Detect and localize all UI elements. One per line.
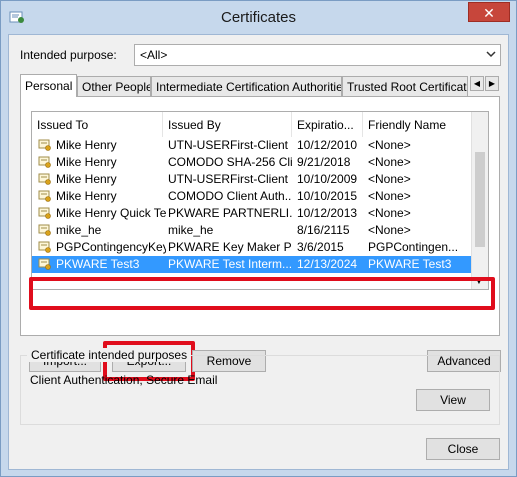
cell-expiration: 10/12/2013	[297, 206, 358, 220]
tab-intermediate-ca[interactable]: Intermediate Certification Authorities	[151, 76, 342, 96]
cell-friendly-name: <None>	[368, 155, 411, 169]
selected-row-highlight	[29, 277, 495, 310]
cell-issued-by: COMODO Client Auth...	[168, 189, 292, 203]
cell-expiration: 10/10/2015	[297, 189, 358, 203]
list-header: Issued To Issued By Expiratio... Friendl…	[32, 112, 472, 137]
list-scrollbar[interactable]: ▼	[471, 112, 488, 289]
certificate-icon	[38, 224, 51, 236]
intended-purposes-value: Client Authentication, Secure Email	[30, 373, 218, 387]
window-close-button[interactable]: ✕	[468, 2, 510, 22]
certificate-list[interactable]: Issued To Issued By Expiratio... Friendl…	[31, 111, 489, 290]
table-row[interactable]: mike_he mike_he 8/16/2115 <None>	[32, 222, 472, 239]
cell-expiration: 12/13/2024	[297, 257, 358, 271]
table-row[interactable]: PGPContingencyKey PKWARE Key Maker Pr... 3…	[32, 239, 472, 256]
cell-issued-by: COMODO SHA-256 Cli...	[168, 155, 292, 169]
scrollbar-thumb[interactable]	[475, 152, 485, 247]
cell-issued-to: PGPContingencyKey	[56, 240, 166, 254]
tab-trusted-root-ca[interactable]: Trusted Root Certification Authorities	[342, 76, 468, 96]
cell-expiration: 3/6/2015	[297, 240, 344, 254]
table-row[interactable]: Mike Henry COMODO SHA-256 Cli... 9/21/2018…	[32, 154, 472, 171]
cell-issued-by: PKWARE Test Interm...	[168, 257, 292, 271]
table-row[interactable]: Mike Henry COMODO Client Auth... 10/10/201…	[32, 188, 472, 205]
cell-friendly-name: <None>	[368, 206, 411, 220]
column-issued-to[interactable]: Issued To	[32, 112, 163, 137]
tab-personal[interactable]: Personal	[20, 74, 77, 97]
close-button[interactable]: Close	[426, 438, 500, 460]
certificate-icon	[38, 258, 51, 270]
cell-issued-to: Mike Henry	[56, 138, 117, 152]
certificate-icon	[38, 207, 51, 219]
column-expiration[interactable]: Expiratio...	[292, 112, 363, 137]
certificates-window: Certificates ✕ Intended purpose: <All> P…	[0, 0, 517, 477]
cell-issued-to: Mike Henry	[56, 189, 117, 203]
certificate-icon	[38, 173, 51, 185]
tab-scroll-right-button[interactable]: ▶	[485, 76, 499, 91]
tab-scroll-left-button[interactable]: ◀	[470, 76, 484, 91]
cell-issued-by: UTN-USERFirst-Client ...	[168, 172, 292, 186]
cell-expiration: 10/10/2009	[297, 172, 358, 186]
cell-friendly-name: <None>	[368, 189, 411, 203]
cell-issued-to: mike_he	[56, 223, 102, 237]
cell-issued-by: PKWARE Key Maker Pr...	[168, 240, 292, 254]
cell-issued-by: PKWARE PARTNERLI...	[168, 206, 292, 220]
tab-strip: Personal Other People Intermediate Certi…	[20, 74, 500, 97]
column-issued-by[interactable]: Issued By	[163, 112, 292, 137]
table-row[interactable]: PKWARE Test3 PKWARE Test Interm... 12/13/2…	[32, 256, 472, 273]
table-row[interactable]: Mike Henry Quick Test PKWARE PARTNERLI...…	[32, 205, 472, 222]
intended-purpose-value: <All>	[140, 48, 168, 62]
cell-friendly-name: <None>	[368, 223, 411, 237]
intended-purposes-group: Certificate intended purposes Client Aut…	[20, 348, 500, 425]
certificate-icon	[38, 139, 51, 151]
chevron-down-icon	[486, 51, 496, 58]
tab-panel: Issued To Issued By Expiratio... Friendl…	[20, 96, 501, 381]
cell-issued-to: Mike Henry	[56, 155, 117, 169]
cell-expiration: 8/16/2115	[297, 223, 350, 237]
cell-friendly-name: PGPContingen...	[368, 240, 459, 254]
tab-other-people[interactable]: Other People	[77, 76, 151, 96]
certificate-icon	[38, 241, 51, 253]
cell-expiration: 9/21/2018	[297, 155, 351, 169]
cell-friendly-name: <None>	[368, 172, 411, 186]
intended-purpose-select[interactable]: <All>	[134, 44, 501, 66]
dialog-body: Intended purpose: <All> Personal Other P…	[8, 34, 509, 470]
intended-purposes-title: Certificate intended purposes	[27, 348, 192, 362]
window-title: Certificates	[220, 9, 297, 26]
cell-friendly-name: <None>	[368, 138, 411, 152]
view-button[interactable]: View	[416, 389, 490, 411]
cell-issued-to: Mike Henry Quick Test	[56, 206, 166, 220]
cell-issued-to: PKWARE Test3	[56, 257, 140, 271]
certificate-icon	[38, 190, 51, 202]
cell-issued-to: Mike Henry	[56, 172, 117, 186]
cell-expiration: 10/12/2010	[297, 138, 358, 152]
certificate-icon	[38, 156, 51, 168]
cell-issued-by: mike_he	[168, 223, 214, 237]
table-row[interactable]: Mike Henry UTN-USERFirst-Client ... 10/10/…	[32, 171, 472, 188]
cell-issued-by: UTN-USERFirst-Client ...	[168, 138, 292, 152]
title-bar[interactable]: Certificates ✕	[1, 1, 516, 34]
cell-friendly-name: PKWARE Test3	[368, 257, 452, 271]
column-friendly-name[interactable]: Friendly Name	[363, 112, 472, 137]
table-row[interactable]: Mike Henry UTN-USERFirst-Client ... 10/12/…	[32, 137, 472, 154]
intended-purpose-label: Intended purpose:	[20, 48, 117, 62]
